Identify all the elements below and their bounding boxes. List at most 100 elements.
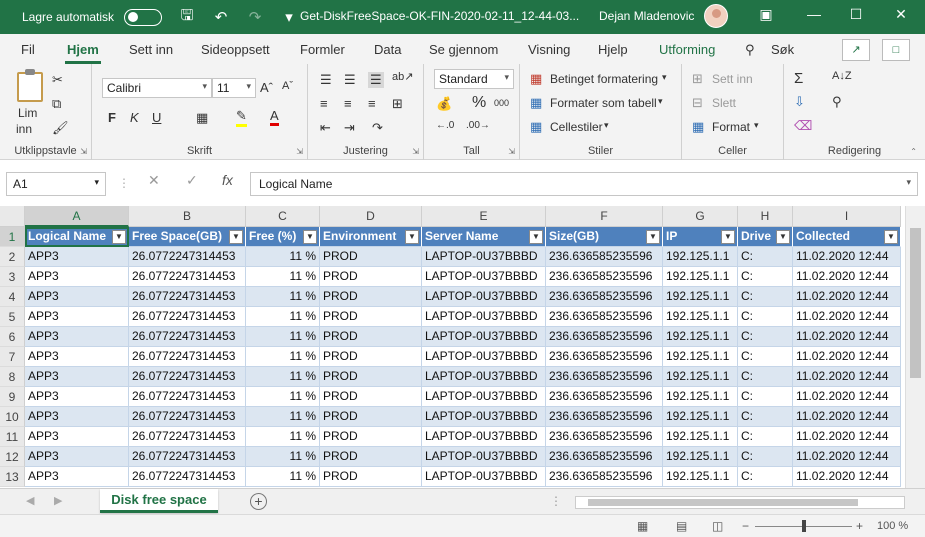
column-header-a[interactable]: A [25,206,129,227]
table-cell[interactable]: APP3 [25,267,129,287]
align-center-icon[interactable]: ≡ [344,96,352,111]
table-cell[interactable]: APP3 [25,247,129,267]
paste-icon[interactable] [17,69,43,102]
table-cell[interactable]: 26.0772247314453 [129,287,246,307]
align-middle-icon[interactable]: ☰ [344,72,356,88]
fill-color-icon[interactable]: ✎ [236,108,247,127]
tab-page-layout[interactable]: Sideoppsett [201,42,270,57]
merge-icon[interactable]: ⊞ [392,96,403,112]
table-cell[interactable]: 11 % [246,267,320,287]
decrease-font-icon[interactable]: Aˇ [282,80,293,92]
table-cell[interactable]: 236.636585235596 [546,327,663,347]
insert-function-icon[interactable]: fx [222,172,233,188]
table-cell[interactable]: 11.02.2020 12:44 [793,407,901,427]
table-cell[interactable]: 11 % [246,327,320,347]
font-family-select[interactable]: Calibri ▾ [102,78,212,98]
table-cell[interactable]: 192.125.1.1 [663,247,738,267]
table-cell[interactable]: 26.0772247314453 [129,247,246,267]
table-cell[interactable]: 192.125.1.1 [663,287,738,307]
table-cell[interactable]: 11.02.2020 12:44 [793,287,901,307]
next-sheet-icon[interactable]: ▶ [54,494,62,507]
table-cell[interactable]: PROD [320,427,422,447]
table-cell[interactable]: APP3 [25,407,129,427]
conditional-format-button[interactable]: Betinget formatering [550,72,658,86]
table-cell[interactable]: LAPTOP-0U37BBBD [422,387,546,407]
filter-dropdown-icon[interactable]: ▼ [229,230,243,244]
italic-button[interactable]: K [130,110,139,125]
table-cell[interactable]: LAPTOP-0U37BBBD [422,467,546,487]
tab-view[interactable]: Visning [528,42,570,57]
table-cell[interactable]: LAPTOP-0U37BBBD [422,347,546,367]
horizontal-scrollbar[interactable] [575,496,905,509]
vertical-scrollbar[interactable] [905,206,925,488]
table-cell[interactable]: C: [738,267,793,287]
table-cell[interactable]: LAPTOP-0U37BBBD [422,247,546,267]
zoom-out-icon[interactable]: − [742,519,749,533]
table-cell[interactable]: 236.636585235596 [546,367,663,387]
filter-dropdown-icon[interactable]: ▼ [405,230,419,244]
paste-label-2[interactable]: inn [16,122,32,136]
table-cell[interactable]: C: [738,307,793,327]
number-format-select[interactable]: Standard ▾ [434,69,514,89]
table-cell[interactable]: 192.125.1.1 [663,447,738,467]
table-cell[interactable]: 192.125.1.1 [663,267,738,287]
table-cell[interactable]: 11 % [246,307,320,327]
filter-dropdown-icon[interactable]: ▼ [884,230,898,244]
tab-insert[interactable]: Sett inn [129,42,173,57]
enter-icon[interactable]: ✓ [186,172,198,189]
cancel-icon[interactable]: ✕ [148,172,160,189]
align-bottom-icon[interactable]: ☰ [368,72,384,88]
add-sheet-icon[interactable]: + [250,493,267,510]
row-header-13[interactable]: 13 [0,467,25,487]
underline-button[interactable]: U [152,110,161,125]
select-all-corner[interactable] [0,206,25,227]
font-size-select[interactable]: 11 ▾ [212,78,256,98]
customize-toolbar-icon[interactable]: ▾ [280,8,298,26]
table-cell[interactable]: 11 % [246,447,320,467]
table-cell[interactable]: C: [738,247,793,267]
format-as-table-button[interactable]: Formater som tabell [550,96,657,110]
column-header-f[interactable]: F [546,206,663,227]
table-cell[interactable]: 11 % [246,247,320,267]
table-cell[interactable]: 192.125.1.1 [663,367,738,387]
table-cell[interactable]: C: [738,287,793,307]
table-header-cell[interactable]: Drive ▼ [738,227,793,247]
table-cell[interactable]: APP3 [25,467,129,487]
table-cell[interactable]: 11.02.2020 12:44 [793,367,901,387]
column-header-h[interactable]: H [738,206,793,227]
prev-sheet-icon[interactable]: ◀ [26,494,34,507]
undo-icon[interactable]: ↶ [212,8,230,26]
column-header-b[interactable]: B [129,206,246,227]
format-painter-icon[interactable]: 🖌 [52,120,69,136]
row-header-9[interactable]: 9 [0,387,25,407]
table-cell[interactable]: PROD [320,347,422,367]
table-cell[interactable]: 11 % [246,467,320,487]
row-header-3[interactable]: 3 [0,267,25,287]
table-cell[interactable]: C: [738,387,793,407]
table-cell[interactable]: PROD [320,247,422,267]
row-header-6[interactable]: 6 [0,327,25,347]
table-cell[interactable]: LAPTOP-0U37BBBD [422,267,546,287]
table-cell[interactable]: 192.125.1.1 [663,347,738,367]
table-cell[interactable]: LAPTOP-0U37BBBD [422,447,546,467]
table-cell[interactable]: LAPTOP-0U37BBBD [422,427,546,447]
table-cell[interactable]: 236.636585235596 [546,347,663,367]
cell-styles-button[interactable]: Cellestiler [550,120,603,134]
table-cell[interactable]: 236.636585235596 [546,447,663,467]
table-cell[interactable]: 26.0772247314453 [129,407,246,427]
table-cell[interactable]: 11 % [246,407,320,427]
table-cell[interactable]: 192.125.1.1 [663,407,738,427]
tab-help[interactable]: Hjelp [598,42,628,57]
column-header-e[interactable]: E [422,206,546,227]
table-cell[interactable]: APP3 [25,447,129,467]
find-select-icon[interactable]: ⚲ [832,94,842,110]
decrease-decimal-icon[interactable]: .00→ [466,120,490,131]
table-cell[interactable]: APP3 [25,387,129,407]
launcher-icon[interactable]: ⇲ [296,147,303,156]
table-cell[interactable]: 26.0772247314453 [129,367,246,387]
sheet-tab-active[interactable]: Disk free space [100,489,218,513]
table-cell[interactable]: 26.0772247314453 [129,427,246,447]
sort-filter-icon[interactable]: A↓Z [832,70,852,82]
table-cell[interactable]: 236.636585235596 [546,247,663,267]
formula-input[interactable]: Logical Name ▾ [250,172,918,196]
